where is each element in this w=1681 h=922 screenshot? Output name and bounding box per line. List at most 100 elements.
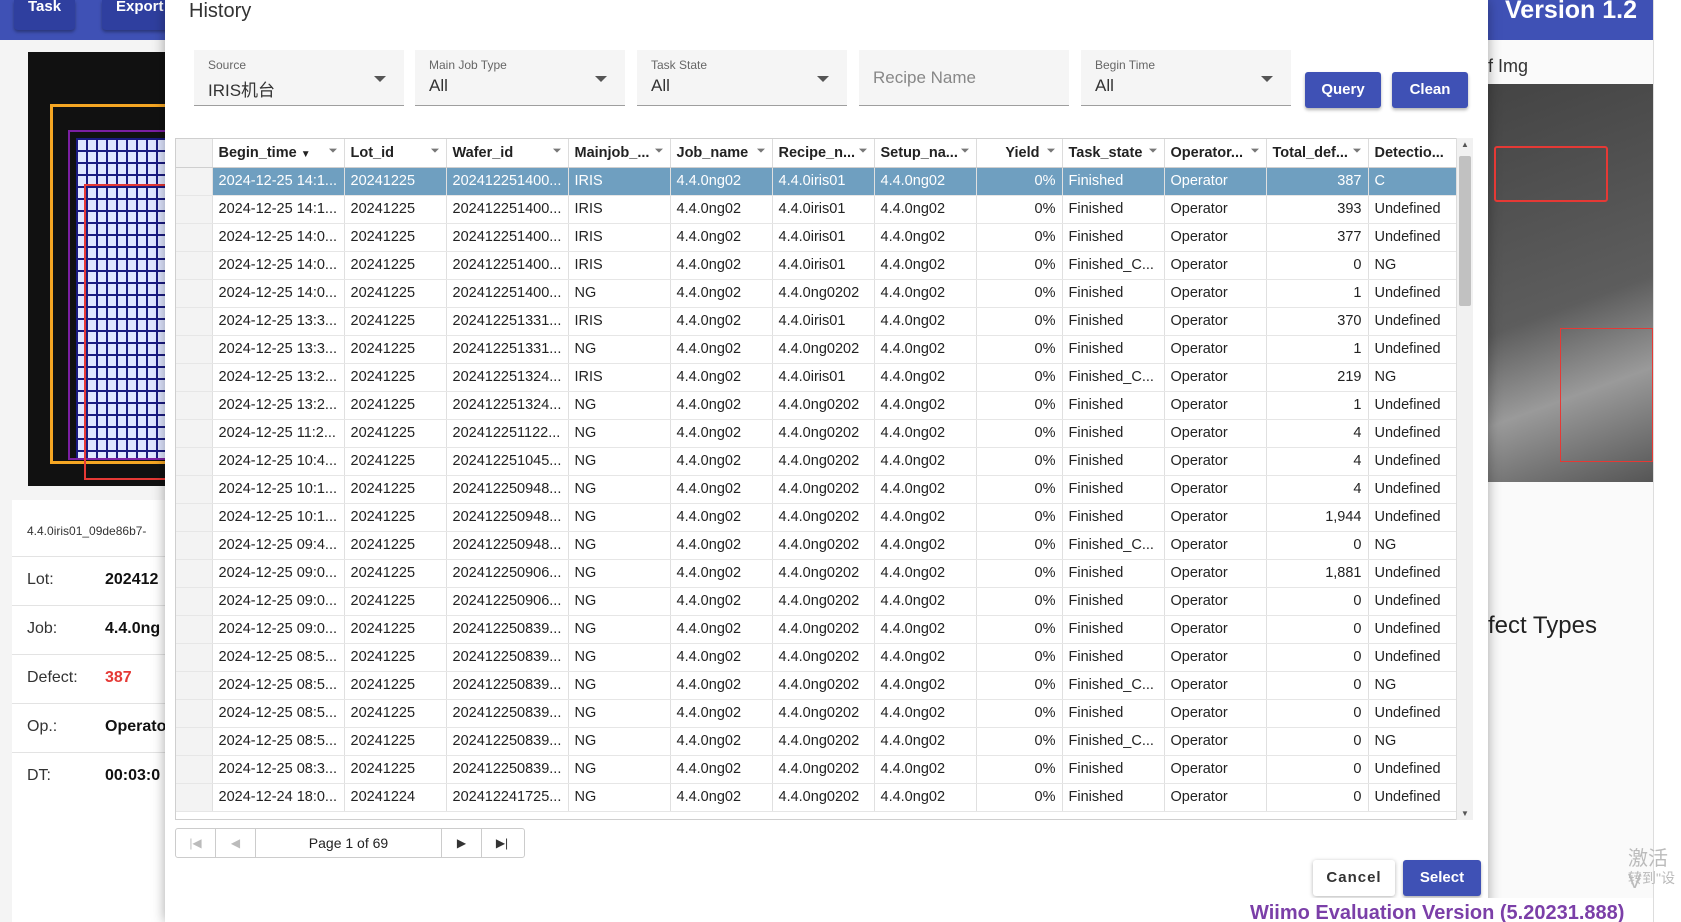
table-cell[interactable]: NG — [568, 531, 671, 560]
table-cell[interactable]: 2024-12-25 08:5... — [212, 727, 345, 756]
table-cell[interactable]: 20241225 — [344, 447, 447, 476]
table-cell[interactable]: NG — [568, 335, 671, 364]
table-cell[interactable]: 4.4.0ng02 — [874, 195, 977, 224]
select-button[interactable]: Select — [1403, 860, 1481, 896]
table-cell[interactable]: NG — [568, 391, 671, 420]
table-cell[interactable]: 202412250839... — [446, 699, 569, 728]
table-cell[interactable]: 4.4.0ng02 — [670, 251, 773, 280]
recipe-name-input[interactable]: Recipe Name — [859, 50, 1069, 106]
table-cell[interactable]: 0 — [1266, 251, 1369, 280]
row-header-cell[interactable] — [176, 335, 213, 364]
table-cell[interactable]: 202412251324... — [446, 391, 569, 420]
table-cell[interactable]: 2024-12-25 09:0... — [212, 615, 345, 644]
table-cell[interactable]: 4.4.0iris01 — [772, 307, 875, 336]
table-cell[interactable]: 4.4.0ng02 — [670, 167, 773, 196]
row-header-cell[interactable] — [176, 615, 213, 644]
table-cell[interactable]: 4.4.0ng0202 — [772, 755, 875, 784]
table-cell[interactable]: 202412250839... — [446, 615, 569, 644]
table-cell[interactable]: 4.4.0ng02 — [670, 615, 773, 644]
table-cell[interactable]: 20241225 — [344, 419, 447, 448]
table-cell[interactable]: 4.4.0iris01 — [772, 167, 875, 196]
table-cell[interactable]: Operator — [1164, 699, 1267, 728]
table-cell[interactable]: 202412251122... — [446, 419, 569, 448]
table-cell[interactable]: 370 — [1266, 307, 1369, 336]
table-row[interactable]: 2024-12-25 10:4... 20241225 202412251045..… — [176, 447, 1457, 476]
table-row[interactable]: 2024-12-25 08:5... 20241225 202412250839..… — [176, 671, 1457, 700]
table-cell[interactable]: 202412250839... — [446, 727, 569, 756]
table-cell[interactable]: 2024-12-25 13:3... — [212, 335, 345, 364]
table-cell[interactable]: 20241225 — [344, 755, 447, 784]
table-cell[interactable]: 4.4.0ng02 — [670, 559, 773, 588]
table-cell[interactable]: NG — [568, 783, 671, 812]
table-cell[interactable]: 0% — [976, 727, 1063, 756]
table-cell[interactable]: Finished — [1062, 279, 1165, 308]
table-cell[interactable]: 2024-12-25 08:5... — [212, 643, 345, 672]
table-cell[interactable]: 0% — [976, 699, 1063, 728]
table-cell[interactable]: 2024-12-25 09:4... — [212, 531, 345, 560]
table-cell[interactable]: 0 — [1266, 755, 1369, 784]
task-button[interactable]: Task — [14, 0, 76, 30]
table-cell[interactable]: 4.4.0ng02 — [874, 503, 977, 532]
table-cell[interactable]: Undefined — [1368, 419, 1457, 448]
table-cell[interactable]: 20241225 — [344, 643, 447, 672]
table-cell[interactable]: 20241224 — [344, 783, 447, 812]
table-cell[interactable]: 0% — [976, 531, 1063, 560]
last-page-icon[interactable]: ▶| — [482, 829, 522, 857]
row-header-cell[interactable] — [176, 503, 213, 532]
main-job-type-select[interactable]: Main Job Type All — [415, 50, 625, 106]
table-cell[interactable]: Undefined — [1368, 559, 1457, 588]
table-cell[interactable]: 4.4.0ng02 — [670, 727, 773, 756]
table-cell[interactable]: 202412251331... — [446, 335, 569, 364]
table-cell[interactable]: 202412250839... — [446, 671, 569, 700]
row-header-cell[interactable] — [176, 279, 213, 308]
table-cell[interactable]: 0% — [976, 335, 1063, 364]
row-header-cell[interactable] — [176, 391, 213, 420]
table-cell[interactable]: 4.4.0ng0202 — [772, 335, 875, 364]
table-cell[interactable]: 2024-12-25 13:2... — [212, 391, 345, 420]
table-cell[interactable]: Finished — [1062, 307, 1165, 336]
table-cell[interactable]: 20241225 — [344, 699, 447, 728]
table-cell[interactable]: Operator — [1164, 783, 1267, 812]
table-cell[interactable]: Operator — [1164, 167, 1267, 196]
table-cell[interactable]: 2024-12-25 14:1... — [212, 195, 345, 224]
table-cell[interactable]: NG — [1368, 363, 1457, 392]
table-cell[interactable]: 4.4.0ng02 — [670, 447, 773, 476]
table-row[interactable]: 2024-12-25 13:2... 20241225 202412251324..… — [176, 391, 1457, 420]
table-cell[interactable]: 0% — [976, 279, 1063, 308]
table-cell[interactable]: NG — [568, 419, 671, 448]
row-header-cell[interactable] — [176, 307, 213, 336]
table-cell[interactable]: 4.4.0ng02 — [670, 335, 773, 364]
table-cell[interactable]: NG — [568, 643, 671, 672]
table-cell[interactable]: 2024-12-25 09:0... — [212, 587, 345, 616]
table-cell[interactable]: 202412250839... — [446, 643, 569, 672]
table-cell[interactable]: 20241225 — [344, 363, 447, 392]
table-cell[interactable]: Finished_C... — [1062, 363, 1165, 392]
row-header-cell[interactable] — [176, 223, 213, 252]
table-cell[interactable]: Undefined — [1368, 475, 1457, 504]
table-row[interactable]: 2024-12-25 14:0... 20241225 202412251400..… — [176, 251, 1457, 280]
col-header[interactable]: Yield ⏷ — [976, 139, 1063, 168]
table-cell[interactable]: IRIS — [568, 251, 671, 280]
table-cell[interactable]: 20241225 — [344, 559, 447, 588]
table-cell[interactable]: 202412241725... — [446, 783, 569, 812]
table-cell[interactable]: 0 — [1266, 671, 1369, 700]
table-cell[interactable]: 2024-12-25 13:2... — [212, 363, 345, 392]
table-cell[interactable]: 4.4.0ng02 — [670, 419, 773, 448]
table-cell[interactable]: 202412251331... — [446, 307, 569, 336]
scrollbar-thumb[interactable] — [1459, 156, 1471, 306]
table-cell[interactable]: 4.4.0ng02 — [670, 223, 773, 252]
table-cell[interactable]: Operator — [1164, 363, 1267, 392]
table-cell[interactable]: 4.4.0ng02 — [874, 251, 977, 280]
col-header[interactable]: Task_state ⏷ — [1062, 139, 1165, 168]
table-cell[interactable]: NG — [568, 727, 671, 756]
table-cell[interactable]: 4.4.0ng0202 — [772, 727, 875, 756]
table-row[interactable]: 2024-12-25 09:4... 20241225 202412250948..… — [176, 531, 1457, 560]
source-select[interactable]: Source IRIS机台 — [194, 50, 404, 106]
table-cell[interactable]: Operator — [1164, 251, 1267, 280]
table-cell[interactable]: 4.4.0ng02 — [670, 699, 773, 728]
table-cell[interactable]: 2024-12-25 10:4... — [212, 447, 345, 476]
table-cell[interactable]: 202412250906... — [446, 559, 569, 588]
table-row[interactable]: 2024-12-25 13:3... 20241225 202412251331..… — [176, 335, 1457, 364]
table-cell[interactable]: 4.4.0ng0202 — [772, 671, 875, 700]
table-cell[interactable]: Finished — [1062, 755, 1165, 784]
